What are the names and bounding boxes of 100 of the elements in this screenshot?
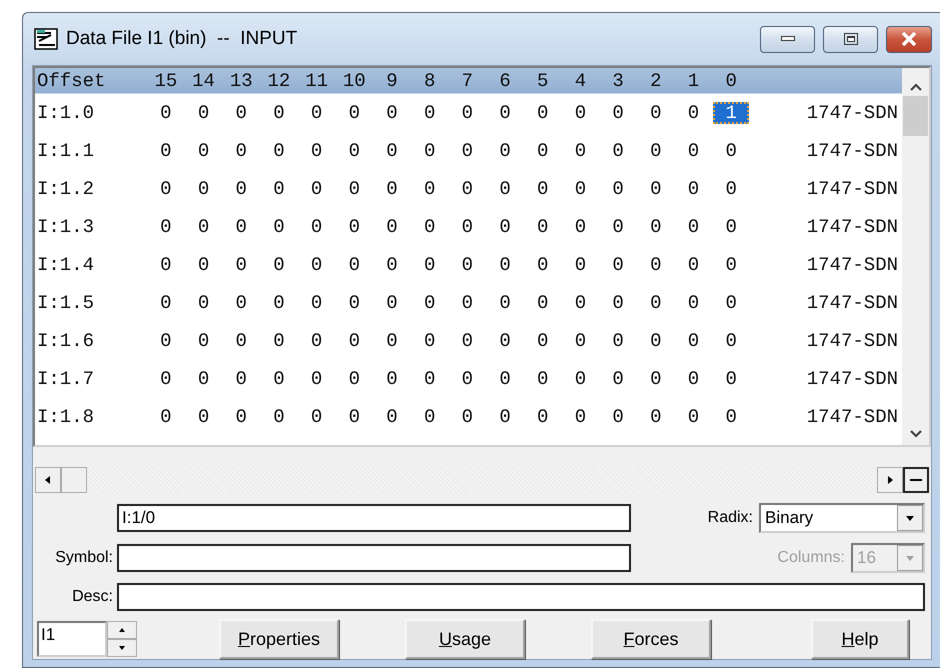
bit-cell[interactable]: 0: [599, 178, 637, 200]
bit-cell[interactable]: 0: [222, 406, 260, 428]
bit-cell[interactable]: 0: [674, 178, 712, 200]
bit-cell[interactable]: 0: [674, 140, 712, 162]
bit-cell[interactable]: 0: [636, 406, 675, 428]
bit-cell[interactable]: 0: [260, 102, 298, 124]
bit-cell[interactable]: 0: [147, 216, 185, 238]
bit-cell[interactable]: 0: [524, 178, 562, 200]
bit-cell[interactable]: 0: [335, 216, 374, 238]
bit-cell[interactable]: 0: [712, 178, 750, 200]
bit-cell[interactable]: 0: [636, 178, 675, 200]
bit-cell[interactable]: 0: [636, 216, 675, 238]
bit-cell[interactable]: 0: [260, 368, 298, 390]
bit-cell[interactable]: 0: [636, 292, 675, 314]
bit-cell[interactable]: 0: [373, 216, 411, 238]
bit-cell[interactable]: 0: [562, 330, 600, 352]
bit-cell[interactable]: 0: [373, 292, 411, 314]
bit-cell[interactable]: 0: [410, 368, 448, 390]
bit-cell[interactable]: 0: [184, 178, 222, 200]
bit-cell[interactable]: 0: [335, 292, 374, 314]
bit-cell[interactable]: 0: [674, 102, 712, 124]
bit-cell[interactable]: 0: [524, 216, 562, 238]
bit-cell[interactable]: 0: [486, 292, 524, 314]
bit-cell[interactable]: 0: [373, 406, 411, 428]
bit-cell[interactable]: 0: [712, 254, 750, 276]
bit-cell[interactable]: 0: [524, 330, 562, 352]
bit-cell[interactable]: 0: [410, 254, 448, 276]
bit-cell[interactable]: 0: [147, 330, 185, 352]
bit-cell[interactable]: 0: [599, 216, 637, 238]
radix-select[interactable]: Binary: [759, 503, 925, 533]
bit-cell[interactable]: 0: [448, 140, 486, 162]
bit-cell[interactable]: 0: [674, 254, 712, 276]
bit-cell[interactable]: 0: [147, 292, 185, 314]
bit-cell[interactable]: 0: [636, 330, 675, 352]
bit-cell[interactable]: 0: [636, 140, 675, 162]
bit-cell[interactable]: 0: [222, 292, 260, 314]
scrollbar-thumb[interactable]: [903, 96, 928, 136]
bit-cell[interactable]: 0: [260, 406, 298, 428]
bit-cell[interactable]: 0: [448, 178, 486, 200]
bit-cell[interactable]: 0: [184, 254, 222, 276]
spin-down-button[interactable]: [107, 639, 137, 657]
scrollbar-thumb[interactable]: [61, 467, 87, 493]
bit-cell[interactable]: 0: [674, 292, 712, 314]
bit-cell[interactable]: 0: [147, 368, 185, 390]
bit-cell[interactable]: 0: [260, 330, 298, 352]
scroll-left-button[interactable]: [35, 467, 61, 493]
bit-cell[interactable]: 0: [410, 406, 448, 428]
bit-cell[interactable]: 0: [712, 330, 750, 352]
bit-cell[interactable]: 0: [636, 254, 675, 276]
bit-cell[interactable]: 0: [486, 102, 524, 124]
bit-cell[interactable]: 0: [260, 178, 298, 200]
action-button[interactable]: Help: [811, 619, 909, 659]
bit-cell[interactable]: 0: [486, 330, 524, 352]
bit-cell[interactable]: 0: [524, 292, 562, 314]
bit-cell[interactable]: 0: [184, 330, 222, 352]
bit-cell[interactable]: 0: [222, 178, 260, 200]
bit-cell[interactable]: 0: [448, 254, 486, 276]
bit-cell[interactable]: 0: [335, 102, 374, 124]
scroll-up-icon[interactable]: [908, 82, 922, 92]
bit-cell[interactable]: 0: [222, 216, 260, 238]
scroll-down-icon[interactable]: [908, 429, 922, 439]
bit-cell[interactable]: 0: [298, 178, 336, 200]
bit-cell[interactable]: 0: [712, 368, 750, 390]
bit-cell[interactable]: 0: [486, 368, 524, 390]
split-button[interactable]: [903, 467, 929, 493]
bit-cell[interactable]: 0: [410, 330, 448, 352]
bit-cell[interactable]: 0: [636, 102, 675, 124]
bit-cell[interactable]: 0: [147, 102, 185, 124]
bit-cell[interactable]: 0: [147, 406, 185, 428]
bit-cell[interactable]: 0: [184, 216, 222, 238]
bit-cell[interactable]: 0: [562, 102, 600, 124]
action-button[interactable]: Forces: [591, 619, 711, 659]
bit-cell[interactable]: 0: [373, 254, 411, 276]
bit-cell[interactable]: 0: [373, 368, 411, 390]
bit-cell[interactable]: 0: [674, 406, 712, 428]
bit-cell[interactable]: 0: [674, 368, 712, 390]
bit-cell[interactable]: 0: [335, 368, 374, 390]
bit-cell[interactable]: 0: [373, 140, 411, 162]
bit-cell[interactable]: 0: [260, 140, 298, 162]
scroll-right-button[interactable]: [877, 467, 903, 493]
bit-cell[interactable]: 0: [222, 330, 260, 352]
bit-cell[interactable]: 0: [410, 216, 448, 238]
bit-cell[interactable]: 0: [674, 216, 712, 238]
bit-cell[interactable]: 0: [260, 216, 298, 238]
bit-cell[interactable]: 0: [448, 406, 486, 428]
symbol-field[interactable]: [117, 544, 631, 572]
bit-cell[interactable]: 0: [599, 254, 637, 276]
bit-cell[interactable]: 0: [636, 368, 675, 390]
bit-cell[interactable]: 0: [298, 292, 336, 314]
bit-cell[interactable]: 0: [599, 368, 637, 390]
bit-cell[interactable]: 0: [298, 406, 336, 428]
bit-cell[interactable]: 0: [410, 292, 448, 314]
bit-cell[interactable]: 0: [184, 368, 222, 390]
bit-cell[interactable]: 0: [486, 254, 524, 276]
bit-cell[interactable]: 0: [373, 330, 411, 352]
bit-cell[interactable]: 0: [222, 102, 260, 124]
bit-cell[interactable]: 0: [448, 330, 486, 352]
bit-cell[interactable]: 0: [486, 140, 524, 162]
bit-cell[interactable]: 0: [599, 102, 637, 124]
bit-cell[interactable]: 0: [599, 292, 637, 314]
